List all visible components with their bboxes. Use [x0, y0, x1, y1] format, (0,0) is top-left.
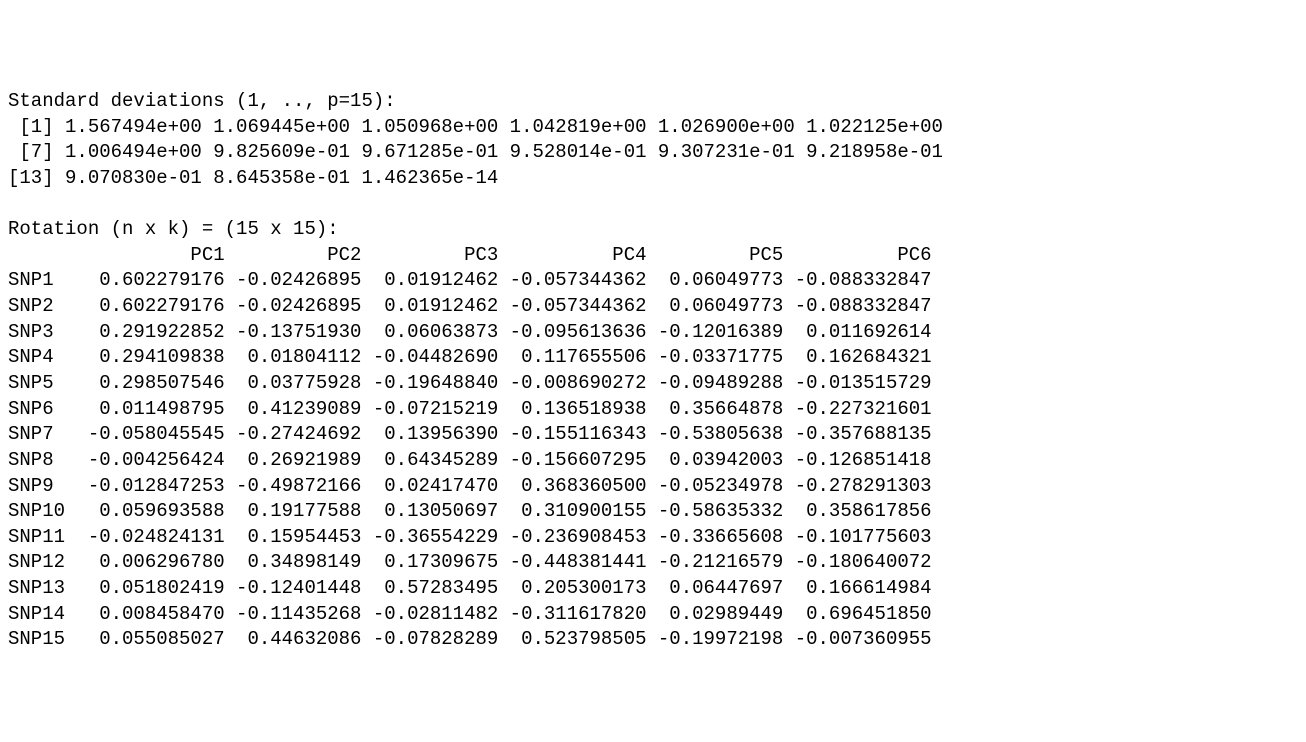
console-output: Standard deviations (1, .., p=15): [1] 1…: [8, 89, 1298, 653]
